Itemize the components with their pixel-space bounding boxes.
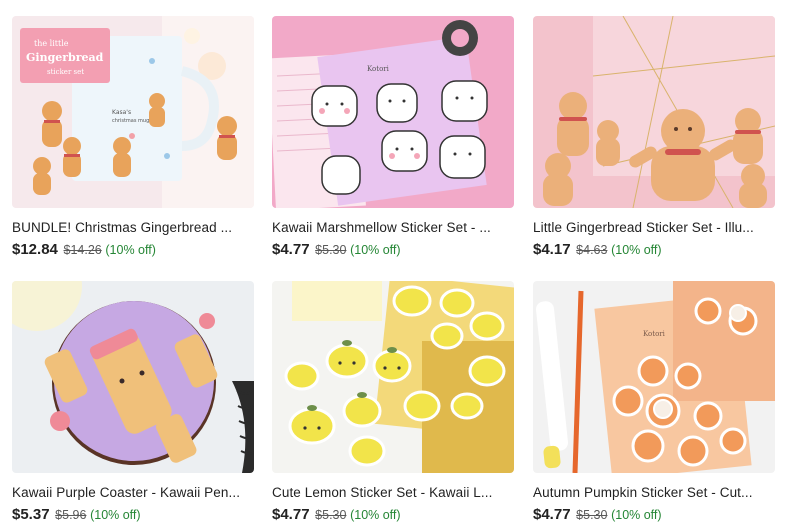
original-price: $14.26 bbox=[63, 243, 102, 257]
listing-image[interactable] bbox=[12, 281, 254, 473]
original-price: $5.30 bbox=[315, 508, 347, 522]
listing-image[interactable]: Kotori bbox=[533, 281, 775, 473]
sale-price: $4.77 bbox=[272, 506, 310, 523]
original-price: $5.30 bbox=[315, 243, 347, 257]
sale-price: $4.77 bbox=[272, 241, 310, 258]
mug-label-text: Kasa's bbox=[112, 109, 131, 116]
sale-price: $4.17 bbox=[533, 241, 571, 258]
listing-title[interactable]: Kawaii Purple Coaster - Kawaii Pen... bbox=[12, 485, 254, 501]
discount-label: (10% off) bbox=[90, 508, 141, 522]
original-price: $5.96 bbox=[55, 508, 87, 522]
marshmallow-stickers-photo: Kotori bbox=[272, 16, 514, 208]
sale-price: $4.77 bbox=[533, 506, 571, 523]
listing-card[interactable]: Kotori Kawaii Marshmellow Sticker Set - … bbox=[272, 16, 514, 259]
listing-card[interactable]: Cute Lemon Sticker Set - Kawaii L... $4.… bbox=[272, 281, 514, 524]
price-row: $4.17 $4.63 (10% off) bbox=[533, 241, 775, 259]
discount-label: (10% off) bbox=[611, 243, 662, 257]
discount-label: (10% off) bbox=[105, 243, 156, 257]
price-row: $5.37 $5.96 (10% off) bbox=[12, 506, 254, 524]
price-row: $4.77 $5.30 (10% off) bbox=[272, 241, 514, 259]
listing-title[interactable]: Autumn Pumpkin Sticker Set - Cut... bbox=[533, 485, 775, 501]
gingerbread-bundle-photo: the little Gingerbread sticker set Kasa'… bbox=[12, 16, 254, 208]
original-price: $4.63 bbox=[576, 243, 608, 257]
listing-card[interactable]: Little Gingerbread Sticker Set - Illu...… bbox=[533, 16, 775, 259]
sale-price: $12.84 bbox=[12, 241, 58, 258]
packet-title-text: Gingerbread bbox=[26, 51, 104, 64]
price-row: $4.77 $5.30 (10% off) bbox=[533, 506, 775, 524]
listing-title[interactable]: Little Gingerbread Sticker Set - Illu... bbox=[533, 220, 775, 236]
listing-card[interactable]: Kawaii Purple Coaster - Kawaii Pen... $5… bbox=[12, 281, 254, 524]
pumpkin-stickers-photo: Kotori bbox=[533, 281, 775, 473]
original-price: $5.30 bbox=[576, 508, 608, 522]
packet-subtext: sticker set bbox=[47, 68, 84, 76]
listing-grid: the little Gingerbread sticker set Kasa'… bbox=[12, 16, 809, 530]
listing-card[interactable]: the little Gingerbread sticker set Kasa'… bbox=[12, 16, 254, 259]
price-row: $12.84 $14.26 (10% off) bbox=[12, 241, 254, 259]
sale-price: $5.37 bbox=[12, 506, 50, 523]
purple-coaster-photo bbox=[12, 281, 254, 473]
gingerbread-stickers-photo bbox=[533, 16, 775, 208]
listing-image[interactable] bbox=[272, 281, 514, 473]
listing-title[interactable]: BUNDLE! Christmas Gingerbread ... bbox=[12, 220, 254, 236]
listing-image[interactable]: the little Gingerbread sticker set Kasa'… bbox=[12, 16, 254, 208]
listing-card[interactable]: Kotori Autumn Pumpkin Sticker Set - Cut.… bbox=[533, 281, 775, 524]
listing-title[interactable]: Cute Lemon Sticker Set - Kawaii L... bbox=[272, 485, 514, 501]
brand-text: Kotori bbox=[367, 65, 390, 73]
mug-sublabel-text: christmas mug bbox=[112, 118, 149, 124]
brand-text: Kotori bbox=[643, 330, 666, 338]
price-row: $4.77 $5.30 (10% off) bbox=[272, 506, 514, 524]
lemon-stickers-photo bbox=[272, 281, 514, 473]
discount-label: (10% off) bbox=[350, 508, 401, 522]
discount-label: (10% off) bbox=[611, 508, 662, 522]
packet-text: the little bbox=[34, 39, 69, 48]
listing-image[interactable] bbox=[533, 16, 775, 208]
listing-image[interactable]: Kotori bbox=[272, 16, 514, 208]
discount-label: (10% off) bbox=[350, 243, 401, 257]
listing-title[interactable]: Kawaii Marshmellow Sticker Set - ... bbox=[272, 220, 514, 236]
